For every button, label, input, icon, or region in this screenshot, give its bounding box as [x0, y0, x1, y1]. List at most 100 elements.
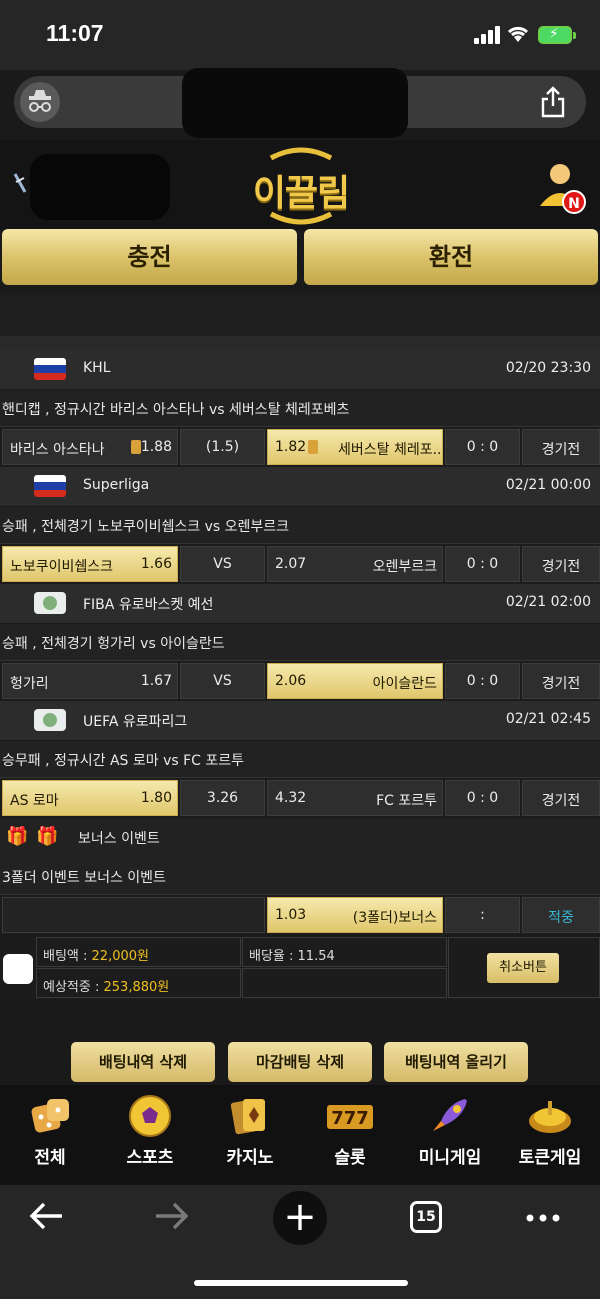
logo-text: 이끌림 — [252, 173, 350, 214]
match-datetime: 02/21 02:45 — [505, 711, 591, 727]
redacted-url — [182, 68, 408, 138]
nav-sports[interactable]: 스포츠 — [100, 1085, 200, 1185]
notification-badge[interactable]: N — [562, 190, 586, 214]
upload-history-button[interactable]: 배팅내역 올리기 — [384, 1042, 528, 1082]
home-team: 바리스 아스타나 — [10, 442, 105, 458]
home-odds: 1.80 — [140, 790, 172, 806]
draw-odds: 3.26 — [206, 790, 239, 806]
league-header: UEFA 유로파리그 02/21 02:45 — [0, 701, 600, 741]
site-header: 이끌림 — [0, 140, 600, 230]
bonus-title: 보너스 이벤트 — [78, 831, 160, 847]
nav-label: 미니게임 — [418, 1148, 482, 1168]
score: : — [480, 907, 485, 923]
closed-bet-delete-button[interactable]: 마감배팅 삭제 — [228, 1042, 372, 1082]
nav-all[interactable]: 전체 — [0, 1085, 100, 1185]
vs-label: VS — [213, 673, 232, 689]
odds-row: 헝가리 1.67 VS 2.06 아이슬란드 0 : 0 경기전 — [0, 661, 600, 701]
home-odds-button[interactable]: 노보쿠이비쉡스크 1.66 — [2, 546, 178, 582]
scrolled-row — [0, 336, 600, 350]
battery-icon: ⚡ — [538, 26, 576, 44]
bonus-row: 1.03 (3폴더)보너스 : 적중 — [0, 895, 600, 935]
match-status: 경기전 — [541, 676, 581, 692]
vs-label: VS — [213, 556, 232, 572]
away-odds-button[interactable]: 2.06 아이슬란드 — [267, 663, 443, 699]
rate-value: 11.54 — [297, 949, 335, 964]
away-team: FC 포르투 — [376, 793, 437, 809]
incognito-icon[interactable] — [20, 82, 60, 122]
away-odds-button[interactable]: 4.32 FC 포르투 — [267, 780, 443, 816]
status-cell: 경기전 — [522, 780, 600, 816]
signal-icon — [474, 26, 500, 44]
bonus-header: 🎁 🎁 보너스 이벤트 — [0, 818, 600, 858]
charge-button[interactable]: 충전 — [2, 229, 297, 285]
nav-casino[interactable]: 카지노 — [200, 1085, 300, 1185]
score-cell: 0 : 0 — [445, 780, 520, 816]
flag-icon — [13, 173, 27, 193]
site-logo[interactable]: 이끌림 — [251, 146, 351, 226]
nav-minigame[interactable]: 미니게임 — [400, 1085, 500, 1185]
market-title: 승패 , 전체경기 헝가리 vs 아이슬란드 — [0, 624, 600, 661]
away-odds: 4.32 — [275, 790, 307, 806]
more-icon[interactable] — [525, 1213, 561, 1223]
market-title: 핸디캡 , 정규시간 바리스 아스타나 vs 세버스탈 체레포베츠 — [0, 390, 600, 427]
rate-label: 배당율 : — [249, 949, 298, 964]
market-title: 승무패 , 정규시간 AS 로마 vs FC 포르투 — [0, 741, 600, 778]
away-team: 아이슬란드 — [372, 676, 437, 692]
wifi-icon — [507, 26, 529, 42]
forward-arrow-icon[interactable] — [154, 1201, 190, 1231]
nav-label: 스포츠 — [126, 1148, 174, 1168]
russia-flag-icon — [34, 358, 66, 380]
draw-odds-button[interactable]: 3.26 — [180, 780, 265, 816]
status-cell: 적중 — [522, 897, 600, 933]
match-datetime: 02/20 23:30 — [505, 360, 591, 376]
market-title: 승패 , 전체경기 노보쿠이비쉡스크 vs 오렌부르크 — [0, 507, 600, 544]
league-name: KHL — [83, 360, 111, 376]
globe-icon — [34, 592, 66, 614]
tab-count-button[interactable]: 15 — [410, 1201, 442, 1233]
home-odds: 1.67 — [140, 673, 172, 689]
home-odds-button[interactable]: AS 로마 1.80 — [2, 780, 178, 816]
new-tab-plus-icon[interactable]: + — [273, 1191, 327, 1245]
league-name: FIBA 유로바스켓 예선 — [83, 597, 214, 613]
cancel-button[interactable]: 취소버튼 — [487, 953, 559, 983]
away-odds: 2.06 — [275, 673, 307, 689]
away-odds-button[interactable]: 2.07 오렌부르크 — [267, 546, 443, 582]
bet-slip: 배팅액 : 22,000원 배당율 : 11.54 예상적중 : 253,880… — [0, 937, 600, 999]
handicap-value: (1.5) — [205, 439, 240, 455]
league-name: UEFA 유로파리그 — [83, 714, 188, 730]
handicap-icon — [131, 440, 141, 454]
browser-toolbar: + 15 — [0, 1185, 600, 1299]
delete-history-button[interactable]: 배팅내역 삭제 — [71, 1042, 215, 1082]
share-icon[interactable] — [540, 86, 566, 118]
nav-slot[interactable]: 777 슬롯 — [300, 1085, 400, 1185]
bet-amount-label: 배팅액 : — [43, 949, 92, 964]
roulette-icon — [529, 1101, 571, 1133]
score: 0 : 0 — [466, 439, 499, 455]
gift-icon: 🎁 — [36, 826, 59, 847]
league-header: KHL 02/20 23:30 — [0, 350, 600, 390]
svg-text:777: 777 — [331, 1108, 369, 1129]
home-odds-button[interactable]: 바리스 아스타나 1.88 — [2, 429, 178, 465]
league-header: FIBA 유로바스켓 예선 02/21 02:00 — [0, 584, 600, 624]
match-status: 경기전 — [541, 442, 581, 458]
home-team: 헝가리 — [10, 676, 49, 692]
url-bar[interactable] — [14, 68, 586, 138]
bet-amount: 22,000원 — [91, 949, 149, 964]
handicap-cell: (1.5) — [180, 429, 265, 465]
home-odds-button[interactable]: 헝가리 1.67 — [2, 663, 178, 699]
away-odds: 2.07 — [275, 556, 307, 572]
select-checkbox[interactable] — [3, 954, 33, 984]
back-arrow-icon[interactable] — [28, 1201, 64, 1231]
handicap-icon — [308, 440, 318, 454]
nav-label: 토큰게임 — [518, 1148, 582, 1168]
nav-token-game[interactable]: 토큰게임 — [500, 1085, 600, 1185]
away-team: 세버스탈 체레포.. — [338, 442, 442, 458]
away-odds-button[interactable]: 1.82 세버스탈 체레포.. — [267, 429, 443, 465]
bet-amount-cell: 배팅액 : 22,000원 — [36, 937, 241, 967]
nav-label: 카지노 — [226, 1148, 274, 1168]
expected-amount: 253,880원 — [103, 980, 170, 995]
bonus-odds-button[interactable]: 1.03 (3폴더)보너스 — [267, 897, 443, 933]
rocket-icon — [433, 1099, 467, 1131]
exchange-button[interactable]: 환전 — [304, 229, 598, 285]
match-status: 경기전 — [541, 559, 581, 575]
